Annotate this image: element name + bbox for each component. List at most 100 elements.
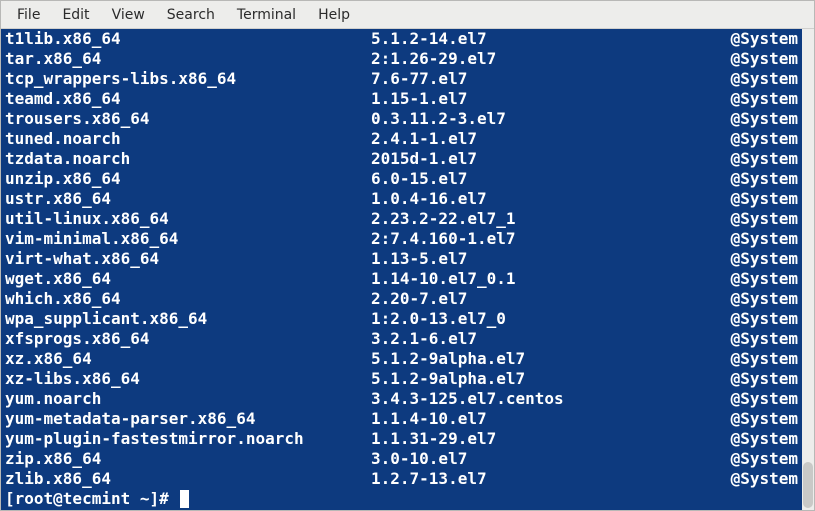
package-version: 5.1.2-9alpha.el7: [371, 349, 728, 369]
package-row: zlib.x86_641.2.7-13.el7@System: [5, 469, 798, 489]
package-repo: @System: [728, 69, 798, 89]
package-name: which.x86_64: [5, 289, 371, 309]
package-repo: @System: [728, 289, 798, 309]
package-repo: @System: [728, 469, 798, 489]
package-row: unzip.x86_646.0-15.el7@System: [5, 169, 798, 189]
shell-prompt: [root@tecmint ~]#: [5, 489, 178, 509]
package-repo: @System: [728, 29, 798, 49]
package-version: 2015d-1.el7: [371, 149, 728, 169]
package-row: ustr.x86_641.0.4-16.el7@System: [5, 189, 798, 209]
terminal-area: t1lib.x86_645.1.2-14.el7@Systemtar.x86_6…: [1, 29, 814, 510]
package-name: xz.x86_64: [5, 349, 371, 369]
scrollbar-thumb[interactable]: [803, 462, 813, 508]
package-name: yum.noarch: [5, 389, 371, 409]
package-name: virt-what.x86_64: [5, 249, 371, 269]
package-version: 7.6-77.el7: [371, 69, 728, 89]
package-repo: @System: [728, 89, 798, 109]
package-name: vim-minimal.x86_64: [5, 229, 371, 249]
package-version: 0.3.11.2-3.el7: [371, 109, 728, 129]
package-version: 5.1.2-9alpha.el7: [371, 369, 728, 389]
package-name: xz-libs.x86_64: [5, 369, 371, 389]
package-repo: @System: [728, 229, 798, 249]
terminal-window: File Edit View Search Terminal Help t1li…: [0, 0, 815, 511]
package-row: t1lib.x86_645.1.2-14.el7@System: [5, 29, 798, 49]
cursor: [180, 490, 189, 508]
package-version: 2:7.4.160-1.el7: [371, 229, 728, 249]
package-version: 2.20-7.el7: [371, 289, 728, 309]
package-version: 1.13-5.el7: [371, 249, 728, 269]
package-repo: @System: [728, 429, 798, 449]
package-repo: @System: [728, 409, 798, 429]
package-repo: @System: [728, 449, 798, 469]
package-repo: @System: [728, 309, 798, 329]
menu-help[interactable]: Help: [308, 3, 360, 27]
package-version: 5.1.2-14.el7: [371, 29, 728, 49]
package-version: 1.0.4-16.el7: [371, 189, 728, 209]
package-name: yum-plugin-fastestmirror.noarch: [5, 429, 371, 449]
package-row: wpa_supplicant.x86_641:2.0-13.el7_0@Syst…: [5, 309, 798, 329]
package-repo: @System: [728, 189, 798, 209]
package-repo: @System: [728, 149, 798, 169]
menu-terminal[interactable]: Terminal: [227, 3, 306, 27]
package-version: 2.4.1-1.el7: [371, 129, 728, 149]
package-row: tzdata.noarch2015d-1.el7@System: [5, 149, 798, 169]
package-row: yum-plugin-fastestmirror.noarch1.1.31-29…: [5, 429, 798, 449]
package-repo: @System: [728, 269, 798, 289]
package-name: xfsprogs.x86_64: [5, 329, 371, 349]
package-row: wget.x86_641.14-10.el7_0.1@System: [5, 269, 798, 289]
package-version: 3.4.3-125.el7.centos: [371, 389, 728, 409]
package-name: teamd.x86_64: [5, 89, 371, 109]
package-name: zip.x86_64: [5, 449, 371, 469]
package-version: 3.2.1-6.el7: [371, 329, 728, 349]
package-repo: @System: [728, 49, 798, 69]
menu-search[interactable]: Search: [157, 3, 225, 27]
package-version: 1.2.7-13.el7: [371, 469, 728, 489]
package-repo: @System: [728, 129, 798, 149]
package-repo: @System: [728, 389, 798, 409]
package-row: yum-metadata-parser.x86_641.1.4-10.el7@S…: [5, 409, 798, 429]
menubar: File Edit View Search Terminal Help: [1, 1, 814, 29]
package-name: tzdata.noarch: [5, 149, 371, 169]
package-row: xz-libs.x86_645.1.2-9alpha.el7@System: [5, 369, 798, 389]
package-row: yum.noarch3.4.3-125.el7.centos@System: [5, 389, 798, 409]
package-name: tar.x86_64: [5, 49, 371, 69]
package-row: xz.x86_645.1.2-9alpha.el7@System: [5, 349, 798, 369]
package-name: t1lib.x86_64: [5, 29, 371, 49]
package-row: tar.x86_642:1.26-29.el7@System: [5, 49, 798, 69]
package-repo: @System: [728, 369, 798, 389]
package-version: 6.0-15.el7: [371, 169, 728, 189]
package-row: xfsprogs.x86_643.2.1-6.el7@System: [5, 329, 798, 349]
package-version: 1.14-10.el7_0.1: [371, 269, 728, 289]
package-row: vim-minimal.x86_642:7.4.160-1.el7@System: [5, 229, 798, 249]
package-repo: @System: [728, 109, 798, 129]
package-name: wget.x86_64: [5, 269, 371, 289]
package-row: teamd.x86_641.15-1.el7@System: [5, 89, 798, 109]
menu-view[interactable]: View: [102, 3, 155, 27]
menu-edit[interactable]: Edit: [52, 3, 99, 27]
package-name: trousers.x86_64: [5, 109, 371, 129]
package-name: wpa_supplicant.x86_64: [5, 309, 371, 329]
package-repo: @System: [728, 169, 798, 189]
package-version: 1.1.4-10.el7: [371, 409, 728, 429]
prompt-line[interactable]: [root@tecmint ~]#: [5, 489, 798, 509]
package-version: 2.23.2-22.el7_1: [371, 209, 728, 229]
package-repo: @System: [728, 249, 798, 269]
package-row: zip.x86_643.0-10.el7@System: [5, 449, 798, 469]
package-name: tcp_wrappers-libs.x86_64: [5, 69, 371, 89]
package-name: tuned.noarch: [5, 129, 371, 149]
package-row: tcp_wrappers-libs.x86_647.6-77.el7@Syste…: [5, 69, 798, 89]
package-version: 1.1.31-29.el7: [371, 429, 728, 449]
package-repo: @System: [728, 329, 798, 349]
package-row: tuned.noarch2.4.1-1.el7@System: [5, 129, 798, 149]
package-row: trousers.x86_640.3.11.2-3.el7@System: [5, 109, 798, 129]
scrollbar[interactable]: [802, 29, 814, 510]
menu-file[interactable]: File: [7, 3, 50, 27]
package-version: 3.0-10.el7: [371, 449, 728, 469]
package-name: ustr.x86_64: [5, 189, 371, 209]
package-version: 1.15-1.el7: [371, 89, 728, 109]
terminal-output[interactable]: t1lib.x86_645.1.2-14.el7@Systemtar.x86_6…: [1, 29, 802, 510]
package-row: util-linux.x86_642.23.2-22.el7_1@System: [5, 209, 798, 229]
package-version: 1:2.0-13.el7_0: [371, 309, 728, 329]
package-name: util-linux.x86_64: [5, 209, 371, 229]
package-row: virt-what.x86_641.13-5.el7@System: [5, 249, 798, 269]
